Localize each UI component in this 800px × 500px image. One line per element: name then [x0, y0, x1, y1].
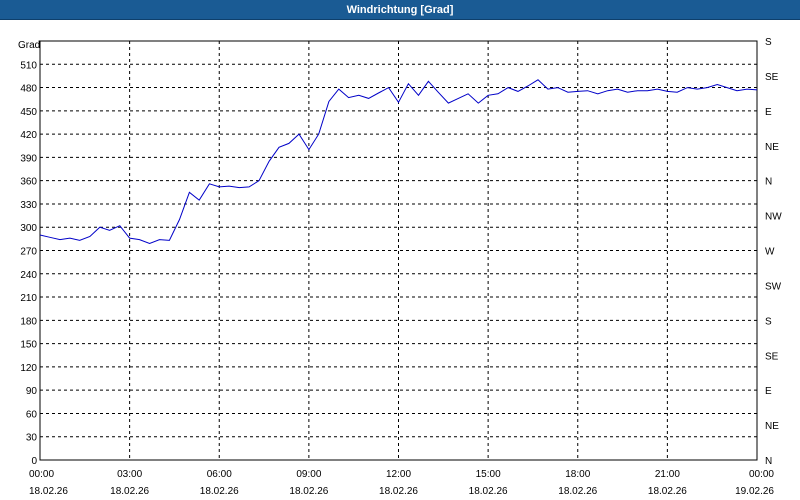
- y-tick-label: 210: [20, 293, 37, 304]
- x-tick-date: 18.02.26: [200, 486, 239, 497]
- x-tick-time: 09:00: [296, 469, 321, 480]
- chart-window: Windrichtung [Grad] 0 30 60 90 120 150 180 210 2…: [0, 0, 800, 500]
- y-tick-label: 240: [20, 270, 37, 281]
- y-axis-label: Grad: [18, 40, 40, 51]
- x-tick-date: 18.02.26: [558, 486, 597, 497]
- right-axis-label: NW: [765, 212, 782, 223]
- x-tick-time: 18:00: [565, 469, 590, 480]
- right-axis-label: E: [765, 386, 772, 397]
- x-tick-time: 03:00: [117, 469, 142, 480]
- x-tick-time: 15:00: [476, 469, 501, 480]
- y-tick-label: 300: [20, 223, 37, 234]
- x-tick-date: 18.02.26: [648, 486, 687, 497]
- right-axis-label: SE: [765, 351, 779, 362]
- x-tick-time: 06:00: [207, 469, 232, 480]
- y-tick-label: 330: [20, 200, 37, 211]
- y-tick-label: 360: [20, 177, 37, 188]
- y-tick-label: 150: [20, 340, 37, 351]
- x-tick-time: 00:00: [749, 469, 774, 480]
- y-tick-label: 390: [20, 153, 37, 164]
- y-tick-label: 510: [20, 60, 37, 71]
- right-axis-label: S: [765, 316, 772, 327]
- y-tick-label: 30: [26, 433, 38, 444]
- right-axis-label: S: [765, 37, 772, 48]
- y-tick-label: 420: [20, 130, 37, 141]
- x-tick-date: 18.02.26: [110, 486, 149, 497]
- axes: 0 30 60 90 120 150 180 210 240 270 300 330 360 390 420…: [20, 37, 782, 497]
- right-axis-label: N: [765, 177, 772, 188]
- x-tick-date: 18.02.26: [469, 486, 508, 497]
- x-tick-time: 00:00: [29, 469, 54, 480]
- y-tick-label: 120: [20, 363, 37, 374]
- right-axis-label: NE: [765, 421, 779, 432]
- y-tick-label: 480: [20, 84, 37, 95]
- right-axis-label: NE: [765, 142, 779, 153]
- y-tick-label: 450: [20, 107, 37, 118]
- grid: [40, 41, 757, 460]
- y-tick-label: 180: [20, 316, 37, 327]
- right-axis-label: SW: [765, 281, 782, 292]
- x-tick-time: 12:00: [386, 469, 411, 480]
- right-axis-label: E: [765, 107, 772, 118]
- right-axis-label: W: [765, 247, 775, 258]
- right-axis-label: N: [765, 456, 772, 467]
- x-tick-date: 19.02.26: [735, 486, 774, 497]
- x-tick-date: 18.02.26: [29, 486, 68, 497]
- y-tick-label: 60: [26, 409, 38, 420]
- y-tick-label: 270: [20, 247, 37, 258]
- y-tick-label: 0: [31, 456, 37, 467]
- x-tick-time: 21:00: [655, 469, 680, 480]
- y-tick-label: 90: [26, 386, 38, 397]
- right-axis-label: SE: [765, 72, 779, 83]
- x-tick-date: 18.02.26: [289, 486, 328, 497]
- wind-direction-chart: 0 30 60 90 120 150 180 210 240 270 300 330 360 390 420…: [18, 37, 782, 497]
- x-tick-date: 18.02.26: [379, 486, 418, 497]
